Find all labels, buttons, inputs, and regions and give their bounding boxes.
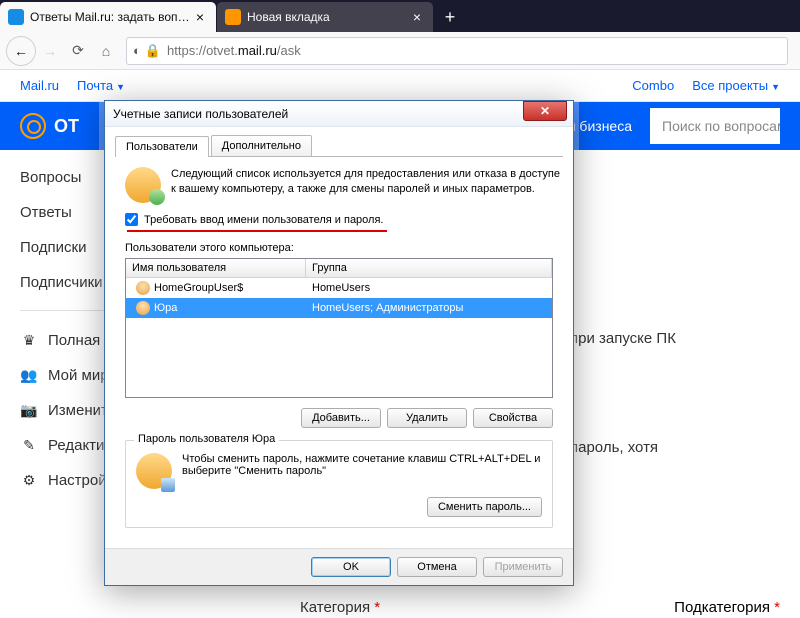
col-username[interactable]: Имя пользователя	[126, 259, 306, 277]
dialog-titlebar[interactable]: Учетные записи пользователей ✕	[105, 101, 573, 127]
tabbar: Ответы Mail.ru: задать вопрос × Новая вк…	[0, 0, 800, 32]
favicon-icon	[8, 9, 24, 25]
home-button[interactable]: ⌂	[92, 37, 120, 65]
underline-annotation	[127, 230, 387, 232]
subcategory-label: Подкатегория *	[674, 599, 780, 616]
close-button[interactable]: ✕	[523, 101, 567, 121]
col-group[interactable]: Группа	[306, 259, 552, 277]
apply-button[interactable]: Применить	[483, 557, 563, 577]
users-listview[interactable]: Имя пользователя Группа HomeGroupUser$ H…	[125, 258, 553, 398]
nav-combo[interactable]: Combo	[632, 78, 674, 93]
question-text-fragments: при запуске ПК пароль, хотя	[570, 330, 676, 466]
password-groupbox: Пароль пользователя Юра Чтобы сменить па…	[125, 440, 553, 528]
lock-icon: 🔒	[145, 43, 161, 59]
nav-pochta[interactable]: Почта▼	[77, 78, 125, 93]
user-icon	[136, 301, 150, 315]
tab-title: Ответы Mail.ru: задать вопрос	[30, 10, 192, 24]
logo-icon	[20, 113, 46, 139]
navbar: ← → ⟳ ⌂ ◐ 🔒 https://otvet.mail.ru/ask	[0, 32, 800, 70]
users-icon	[125, 167, 161, 203]
mailru-topnav: Mail.ru Почта▼ Combo Все проекты▼	[0, 70, 800, 102]
tab-inactive[interactable]: Новая вкладка ×	[217, 2, 433, 32]
nav-mailru[interactable]: Mail.ru	[20, 78, 59, 93]
require-login-row[interactable]: Требовать ввод имени пользователя и паро…	[125, 213, 563, 226]
users-icon: 👥	[20, 367, 38, 384]
users-label: Пользователи этого компьютера:	[125, 242, 563, 254]
url-text: https://otvet.mail.ru/ask	[167, 43, 781, 58]
close-icon[interactable]: ×	[192, 9, 208, 25]
intro-row: Следующий список используется для предос…	[115, 167, 563, 203]
reload-button[interactable]: ⟳	[64, 37, 92, 65]
camera-icon: 📷	[20, 402, 38, 419]
forward-button: →	[36, 37, 64, 65]
nav-projects[interactable]: Все проекты▼	[692, 78, 780, 93]
properties-button[interactable]: Свойства	[473, 408, 553, 428]
pencil-icon: ✎	[20, 437, 38, 454]
crown-icon: ♛	[20, 332, 38, 349]
tab-strip: Пользователи Дополнительно	[115, 135, 563, 157]
back-button[interactable]: ←	[6, 36, 36, 66]
category-label: Категория *	[300, 599, 380, 616]
ok-button[interactable]: OK	[311, 557, 391, 577]
tab-advanced[interactable]: Дополнительно	[211, 135, 312, 156]
url-bar[interactable]: ◐ 🔒 https://otvet.mail.ru/ask	[126, 37, 788, 65]
shield-icon: ◐	[133, 43, 141, 58]
close-icon[interactable]: ×	[409, 9, 425, 25]
mailru-logo[interactable]: ОТ	[20, 113, 79, 139]
search-input[interactable]: Поиск по вопросам	[650, 108, 780, 144]
password-text: Чтобы сменить пароль, нажмите сочетание …	[182, 453, 542, 477]
user-buttons: Добавить... Удалить Свойства	[125, 408, 553, 428]
groupbox-legend: Пароль пользователя Юра	[134, 433, 279, 445]
user-icon	[136, 281, 150, 295]
delete-button[interactable]: Удалить	[387, 408, 467, 428]
intro-text: Следующий список используется для предос…	[171, 167, 563, 197]
tab-title: Новая вкладка	[247, 10, 409, 24]
require-login-label: Требовать ввод имени пользователя и паро…	[144, 214, 383, 226]
tab-users[interactable]: Пользователи	[115, 136, 209, 157]
gear-icon: ⚙	[20, 472, 38, 489]
new-tab-button[interactable]: +	[434, 2, 466, 32]
favicon-icon	[225, 9, 241, 25]
key-user-icon	[136, 453, 172, 489]
user-row[interactable]: HomeGroupUser$ HomeUsers	[126, 278, 552, 298]
require-login-checkbox[interactable]	[125, 213, 138, 226]
user-accounts-dialog: Учетные записи пользователей ✕ Пользоват…	[104, 100, 574, 586]
dialog-buttons: OK Отмена Применить	[105, 548, 573, 585]
add-button[interactable]: Добавить...	[301, 408, 381, 428]
dialog-body: Пользователи Дополнительно Следующий спи…	[105, 127, 573, 538]
change-password-button[interactable]: Сменить пароль...	[427, 497, 542, 517]
user-row-selected[interactable]: Юра HomeUsers; Администраторы	[126, 298, 552, 318]
listview-header: Имя пользователя Группа	[126, 259, 552, 278]
cancel-button[interactable]: Отмена	[397, 557, 477, 577]
dialog-title: Учетные записи пользователей	[113, 107, 288, 121]
tab-active[interactable]: Ответы Mail.ru: задать вопрос ×	[0, 2, 216, 32]
